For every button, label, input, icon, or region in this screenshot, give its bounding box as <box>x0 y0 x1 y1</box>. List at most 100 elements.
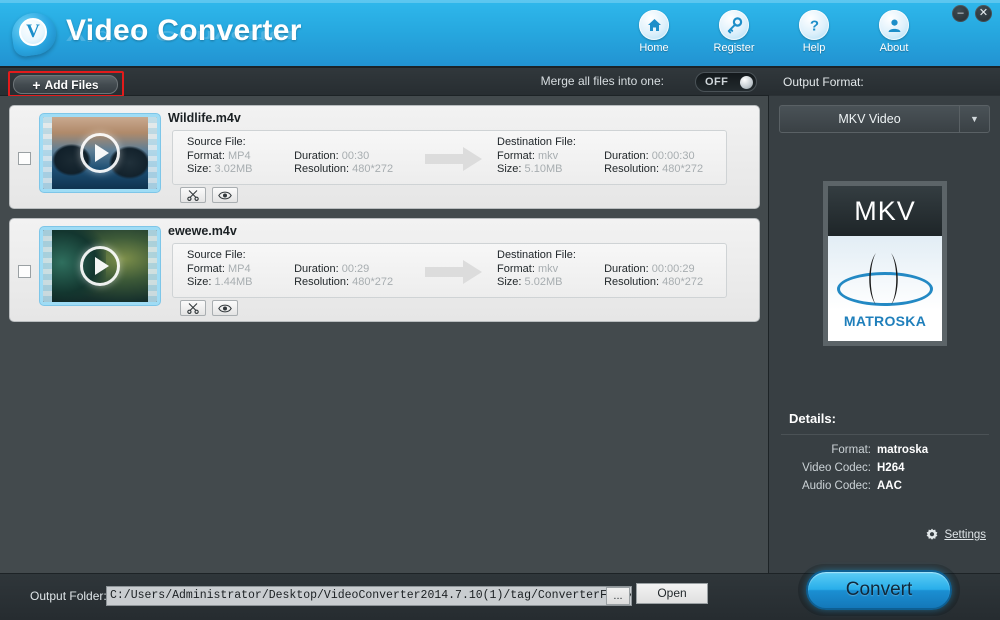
destination-resolution-value: 480*272 <box>662 276 704 288</box>
output-format-value[interactable]: MKV Video <box>780 106 959 132</box>
merge-toggle-state: OFF <box>705 76 729 88</box>
play-icon[interactable] <box>80 133 120 173</box>
source-format-key: Format: <box>187 263 225 275</box>
source-size-key: Size: <box>187 276 212 288</box>
matroska-bracket-right-icon <box>891 253 898 305</box>
source-duration-value: 00:29 <box>341 263 370 275</box>
video-thumbnail[interactable] <box>40 227 160 305</box>
add-files-button[interactable]: + Add Files <box>13 75 118 94</box>
detail-value-format: matroska <box>877 444 929 456</box>
play-icon[interactable] <box>80 246 120 286</box>
row-action-buttons <box>180 187 238 203</box>
film-sprockets-left <box>43 117 52 189</box>
header-icon-bar: Home Register ? Help About <box>626 10 922 54</box>
destination-format-key: Format: <box>497 150 535 162</box>
destination-file-heading: Destination File: <box>497 136 576 148</box>
source-format-value: MP4 <box>227 150 251 162</box>
format-logo: MKV MATROSKA <box>823 181 947 346</box>
destination-duration-key: Duration: <box>604 263 649 275</box>
source-size-value: 1.44MB <box>214 276 253 288</box>
destination-duration-key: Duration: <box>604 150 649 162</box>
header-button-home[interactable]: Home <box>626 10 682 54</box>
chevron-down-icon[interactable]: ▼ <box>959 106 989 132</box>
source-resolution-value: 480*272 <box>352 276 394 288</box>
detail-row-format: Format: matroska <box>781 444 989 456</box>
matroska-ellipse-icon <box>837 272 933 306</box>
header-button-about[interactable]: About <box>866 10 922 54</box>
page-title: Video Converter <box>66 14 302 47</box>
output-folder-label: Output Folder: <box>30 589 107 603</box>
table-row[interactable]: ewewe.m4v Source File: Format: MP4 Durat… <box>9 218 760 322</box>
source-format-key: Format: <box>187 150 225 162</box>
open-folder-button[interactable]: Open <box>636 583 708 604</box>
minimize-button[interactable]: – <box>952 5 969 22</box>
preview-button[interactable] <box>212 300 238 316</box>
destination-file-info: Destination File: Format: mkv Duration: … <box>497 136 703 176</box>
header-button-register-label: Register <box>713 42 755 54</box>
file-name: Wildlife.m4v <box>168 111 241 125</box>
svg-text:?: ? <box>809 17 818 34</box>
destination-duration-value: 00:00:29 <box>651 263 695 275</box>
destination-size-key: Size: <box>497 163 522 175</box>
destination-resolution-value: 480*272 <box>662 163 704 175</box>
detail-key-video-codec: Video Codec: <box>802 462 871 474</box>
header-button-register[interactable]: Register <box>706 10 762 54</box>
source-resolution-key: Resolution: <box>294 163 350 175</box>
detail-value-audio-codec: AAC <box>877 480 902 492</box>
trim-button[interactable] <box>180 300 206 316</box>
output-format-select[interactable]: MKV Video ▼ <box>779 105 990 133</box>
settings-label: Settings <box>944 529 986 541</box>
file-select-checkbox[interactable] <box>18 265 31 278</box>
header-button-help[interactable]: ? Help <box>786 10 842 54</box>
question-icon: ? <box>799 10 829 40</box>
format-logo-subtitle: MATROSKA <box>843 313 927 329</box>
file-select-checkbox[interactable] <box>18 152 31 165</box>
source-resolution-value: 480*272 <box>352 163 394 175</box>
convert-button[interactable]: Convert <box>806 570 952 610</box>
source-duration-key: Duration: <box>294 150 339 162</box>
person-icon <box>879 10 909 40</box>
merge-files-toggle[interactable]: OFF <box>695 72 757 92</box>
details-divider <box>781 434 989 435</box>
destination-duration-value: 00:00:30 <box>651 150 695 162</box>
scissors-icon <box>187 303 199 314</box>
destination-file-heading: Destination File: <box>497 249 576 261</box>
conversion-arrow-icon <box>425 145 483 173</box>
logo-letter: V <box>19 18 47 46</box>
gear-icon <box>927 528 938 540</box>
detail-key-audio-codec: Audio Codec: <box>801 480 871 492</box>
row-action-buttons <box>180 300 238 316</box>
source-size-value: 3.02MB <box>214 163 253 175</box>
trim-button[interactable] <box>180 187 206 203</box>
source-duration-key: Duration: <box>294 263 339 275</box>
details-list: Format: matroska Video Codec: H264 Audio… <box>781 444 989 498</box>
table-row[interactable]: Wildlife.m4v Source File: Format: MP4 Du… <box>9 105 760 209</box>
close-button[interactable]: ✕ <box>975 5 992 22</box>
scissors-icon <box>187 190 199 201</box>
plus-icon: + <box>32 76 41 93</box>
output-folder-input[interactable]: C:/Users/Administrator/Desktop/VideoConv… <box>106 586 632 606</box>
source-file-info: Source File: Format: MP4 Duration: 00:30… <box>187 136 393 176</box>
destination-file-info: Destination File: Format: mkv Duration: … <box>497 249 703 289</box>
film-sprockets-right <box>148 117 157 189</box>
detail-value-video-codec: H264 <box>877 462 905 474</box>
destination-size-key: Size: <box>497 276 522 288</box>
home-icon <box>639 10 669 40</box>
window-controls: – ✕ <box>952 5 992 22</box>
preview-button[interactable] <box>212 187 238 203</box>
format-logo-body: MATROSKA <box>828 236 942 341</box>
title-bar: V Video Converter Video Converter Home R… <box>0 0 1000 68</box>
source-file-info: Source File: Format: MP4 Duration: 00:29… <box>187 249 393 289</box>
destination-size-value: 5.10MB <box>524 163 563 175</box>
source-format-value: MP4 <box>227 263 251 275</box>
video-converter-window: V Video Converter Video Converter Home R… <box>0 0 1000 620</box>
source-file-heading: Source File: <box>187 249 246 261</box>
file-list[interactable]: Wildlife.m4v Source File: Format: MP4 Du… <box>0 96 769 573</box>
browse-folder-button[interactable]: ... <box>606 587 630 605</box>
settings-link[interactable]: Settings <box>925 528 986 542</box>
source-resolution-key: Resolution: <box>294 276 350 288</box>
header-button-home-label: Home <box>639 42 669 54</box>
detail-row-audio-codec: Audio Codec: AAC <box>781 480 989 492</box>
video-thumbnail[interactable] <box>40 114 160 192</box>
add-files-label: Add Files <box>44 77 99 92</box>
